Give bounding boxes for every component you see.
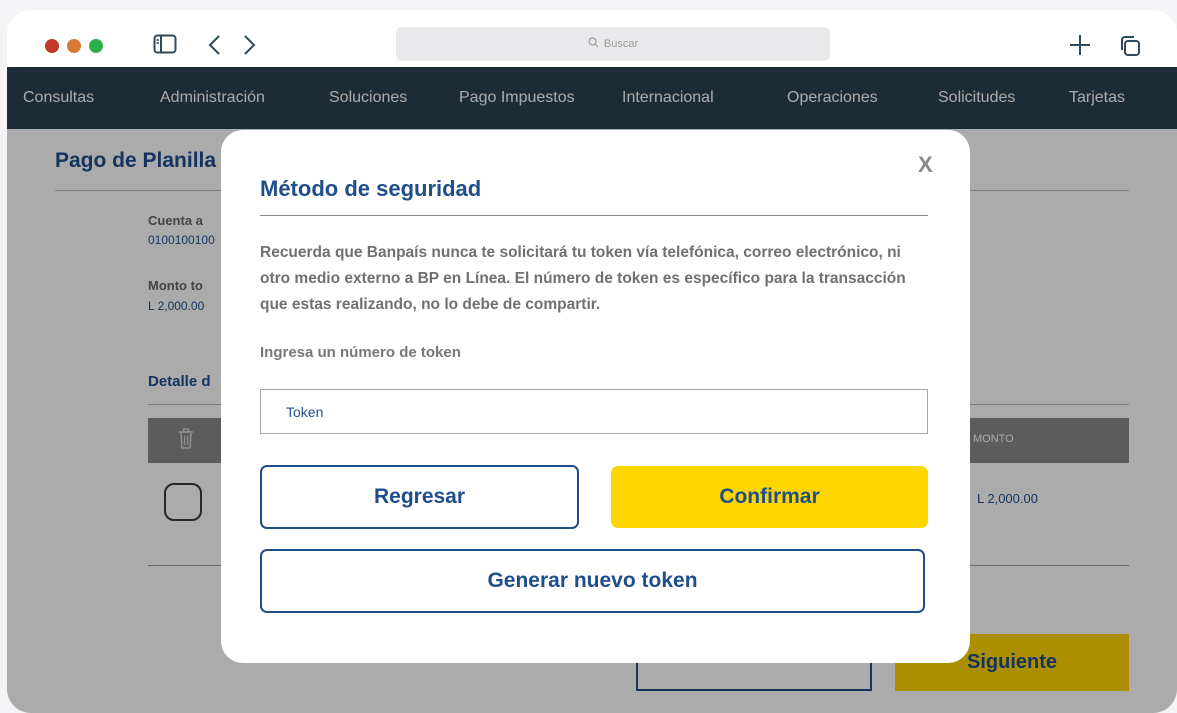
title-bar: Buscar	[7, 10, 1177, 67]
generate-token-button[interactable]: Generar nuevo token	[260, 549, 925, 613]
close-icon[interactable]: X	[918, 152, 933, 178]
security-modal: X Método de seguridad Recuerda que Banpa…	[221, 130, 970, 663]
modal-title: Método de seguridad	[260, 176, 482, 201]
token-label: Ingresa un número de token	[260, 344, 461, 361]
chevron-right-icon[interactable]	[243, 34, 257, 61]
plus-icon[interactable]	[1069, 34, 1091, 61]
token-input[interactable]	[260, 389, 928, 434]
search-icon	[588, 37, 599, 51]
maximize-window-button[interactable]	[89, 39, 103, 53]
back-button[interactable]: Regresar	[260, 465, 579, 529]
confirm-button[interactable]: Confirmar	[611, 466, 928, 528]
divider	[260, 215, 928, 216]
address-search-bar[interactable]: Buscar	[396, 27, 830, 61]
chevron-left-icon[interactable]	[207, 34, 221, 61]
browser-window: Buscar Consultas Administración Solucion…	[7, 10, 1177, 713]
close-window-button[interactable]	[45, 39, 59, 53]
minimize-window-button[interactable]	[67, 39, 81, 53]
sidebar-icon[interactable]	[153, 34, 177, 59]
security-notice: Recuerda que Banpaís nunca te solicitará…	[260, 244, 906, 313]
tabs-icon[interactable]	[1119, 35, 1141, 62]
search-placeholder: Buscar	[603, 38, 639, 50]
